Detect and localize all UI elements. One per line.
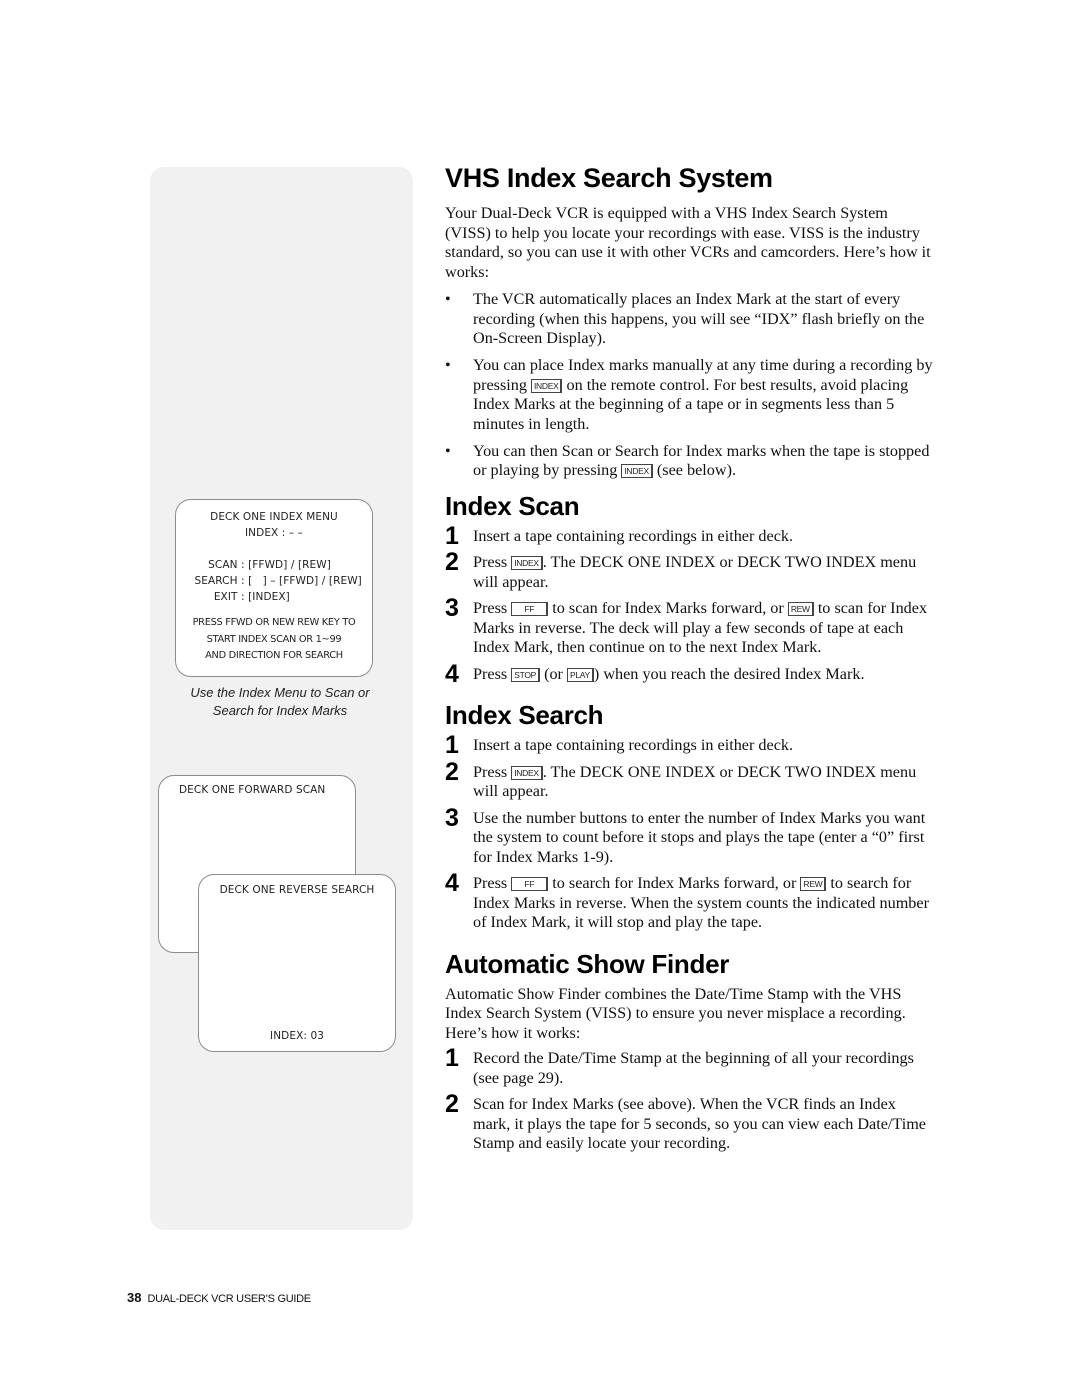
section-index-scan: Index Scan 1 Insert a tape containing rec… xyxy=(445,489,935,688)
step-number: 4 xyxy=(445,869,459,897)
index-scan-steps: 1 Insert a tape containing recordings in … xyxy=(445,521,935,688)
stop-key-icon: STOP xyxy=(511,667,541,682)
step-number: 4 xyxy=(445,659,459,688)
main-content: VHS Index Search System Your Dual-Deck V… xyxy=(445,160,935,1161)
step-item: 4 Press FF to search for Index Marks forw… xyxy=(445,869,929,931)
heading-automatic-show-finder: Automatic Show Finder xyxy=(445,948,730,979)
index-menu-row-exit: EXIT : [INDEX] xyxy=(213,591,290,603)
bullet-icon: • xyxy=(445,441,451,460)
heading-index-scan: Index Scan xyxy=(445,490,580,521)
section-vhs-index-search: VHS Index Search System Your Dual-Deck V… xyxy=(445,160,935,481)
vhs-bullet-list: • The VCR automatically places an Index M… xyxy=(445,290,935,481)
vhs-intro: Your Dual-Deck VCR is equipped with a VH… xyxy=(445,204,931,281)
guide-title: DUAL-DECK VCR USER’S GUIDE xyxy=(147,1293,311,1305)
heading-vhs-index-search: VHS Index Search System xyxy=(445,163,773,193)
index-key-icon: INDEX xyxy=(531,378,563,393)
index-menu-index-line: INDEX : – – xyxy=(244,527,303,539)
section-automatic-show-finder: Automatic Show Finder Automatic Show Fin… xyxy=(445,947,935,1154)
rew-key-icon: REW xyxy=(800,877,827,891)
reverse-search-title: DECK ONE REVERSE SEARCH xyxy=(219,884,375,896)
ff-key-icon: FF xyxy=(511,877,549,891)
list-item: • You can place Index marks manually at a… xyxy=(445,356,933,433)
step-item: 2 Scan for Index Marks (see above). When … xyxy=(445,1090,926,1152)
index-menu-instructions: PRESS FFWD OR NEW REW KEY TO START INDEX… xyxy=(192,617,356,661)
step-item: 3 Press FF to scan for Index Marks forwar… xyxy=(445,594,928,656)
reverse-search-screen: DECK ONE REVERSE SEARCH INDEX: 03 xyxy=(198,874,396,1052)
ff-key-icon: FF xyxy=(511,602,549,616)
page-footer: 38 DUAL-DECK VCR USER’S GUIDE xyxy=(127,1290,311,1305)
index-menu-options: SCAN : [FFWD] / [REW] SEARCH : [ ] – [FF… xyxy=(186,557,362,605)
reverse-search-index: INDEX: 03 xyxy=(270,1030,324,1042)
index-menu-row-scan: SCAN : [FFWD] / [REW] xyxy=(208,559,331,571)
bullet-icon: • xyxy=(445,290,451,308)
section-index-search: Index Search 1 Insert a tape containing r… xyxy=(445,698,935,933)
step-number: 3 xyxy=(445,803,459,832)
step-number: 2 xyxy=(445,548,459,576)
play-key-icon: PLAY xyxy=(567,667,594,682)
index-key-icon: INDEX xyxy=(621,464,653,478)
list-item: • The VCR automatically places an Index M… xyxy=(445,290,925,347)
heading-index-search: Index Search xyxy=(445,700,604,730)
page-number: 38 xyxy=(127,1290,142,1305)
step-item: 4 Press STOP (or PLAY) when you reach the… xyxy=(445,659,865,688)
index-menu-row-search: SEARCH : [ ] – [FFWD] / [REW] xyxy=(194,575,362,587)
step-item: 1 Insert a tape containing recordings in … xyxy=(445,521,794,550)
index-key-icon: INDEX xyxy=(511,765,543,780)
step-item: 1 Record the Date/Time Stamp at the begin… xyxy=(445,1044,914,1087)
index-menu-screen: DECK ONE INDEX MENU INDEX : – – SCAN : [… xyxy=(175,499,373,677)
step-item: 2 Press INDEX. The DECK ONE INDEX or DECK… xyxy=(445,757,917,801)
index-search-steps: 1 Insert a tape containing recordings in … xyxy=(445,731,935,933)
step-number: 3 xyxy=(445,594,459,622)
step-number: 1 xyxy=(445,1044,459,1072)
index-menu-title: DECK ONE INDEX MENU xyxy=(210,511,338,523)
rew-key-icon: REW xyxy=(787,602,814,616)
step-item: 1 Insert a tape containing recordings in … xyxy=(445,731,794,759)
show-finder-steps: 1 Record the Date/Time Stamp at the begin… xyxy=(445,1044,935,1154)
step-number: 2 xyxy=(445,757,459,786)
step-item: 2 Press INDEX. The DECK ONE INDEX or DECK… xyxy=(445,548,917,591)
step-item: 3 Use the number buttons to enter the num… xyxy=(445,803,926,866)
show-finder-intro: Automatic Show Finder combines the Date/… xyxy=(445,984,906,1042)
index-key-icon: INDEX xyxy=(511,556,543,570)
figure-caption: Use the Index Menu to Scan or Search for… xyxy=(190,685,370,718)
bullet-icon: • xyxy=(445,356,451,374)
step-number: 1 xyxy=(445,731,459,759)
step-number: 2 xyxy=(445,1090,459,1118)
step-number: 1 xyxy=(445,521,459,550)
list-item: • You can then Scan or Search for Index m… xyxy=(445,441,930,480)
forward-scan-title: DECK ONE FORWARD SCAN xyxy=(179,784,326,796)
